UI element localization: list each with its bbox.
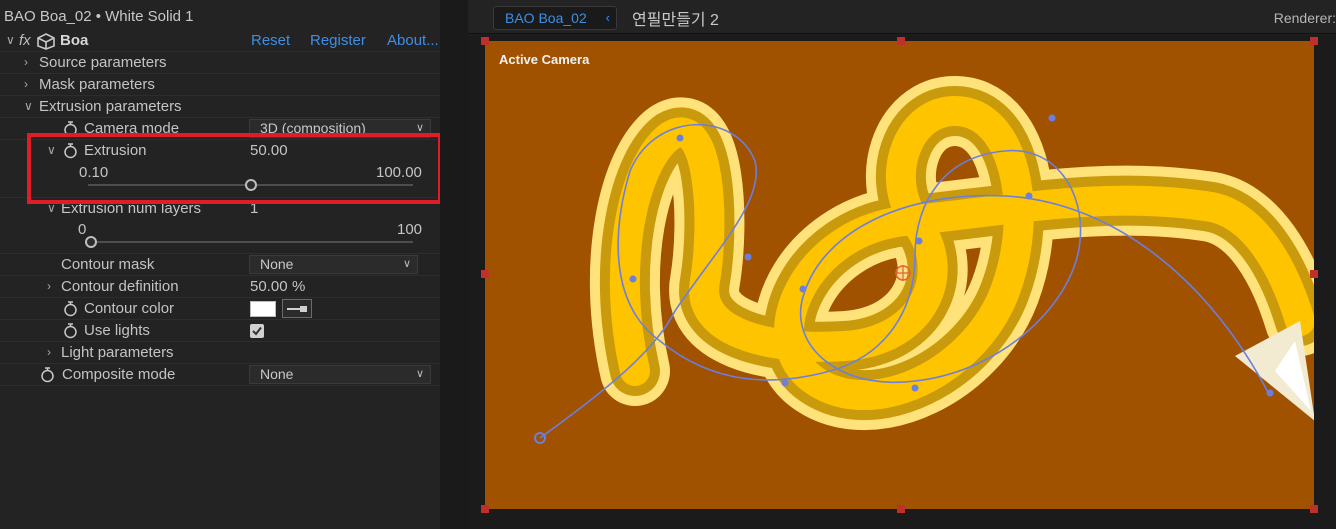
chevron-down-icon[interactable]: ∨ bbox=[24, 99, 33, 113]
param-label: Contour definition bbox=[61, 278, 179, 295]
dropdown-value: None bbox=[260, 366, 294, 382]
chevron-down-icon: ∨ bbox=[402, 258, 411, 270]
group-label: Extrusion parameters bbox=[39, 98, 182, 115]
param-label: Composite mode bbox=[62, 366, 176, 383]
transform-handle[interactable] bbox=[481, 37, 489, 45]
param-use-lights: Use lights bbox=[0, 320, 440, 342]
group-extrusion-parameters[interactable]: ∨ Extrusion parameters bbox=[0, 96, 440, 118]
effect-name: Boa bbox=[60, 32, 89, 49]
param-composite-mode: Composite mode None ∨ bbox=[0, 364, 440, 386]
contour-mask-dropdown[interactable]: None ∨ bbox=[249, 255, 418, 274]
composition-viewer: BAO Boa_02 ‹ 연필만들기 2 Renderer: Active Ca… bbox=[468, 0, 1336, 529]
transform-handle[interactable] bbox=[481, 270, 489, 278]
layers-slider-knob[interactable] bbox=[85, 236, 97, 248]
chevron-down-icon[interactable]: ∨ bbox=[6, 33, 15, 47]
transform-handle[interactable] bbox=[897, 37, 905, 45]
composite-mode-dropdown[interactable]: None ∨ bbox=[249, 365, 431, 384]
stopwatch-icon[interactable] bbox=[40, 366, 55, 383]
transform-handle[interactable] bbox=[481, 505, 489, 513]
renderer-label[interactable]: Renderer: bbox=[1274, 10, 1336, 26]
dropdown-value: None bbox=[260, 256, 294, 272]
slider-min-label: 0 bbox=[78, 221, 87, 238]
stopwatch-icon[interactable] bbox=[63, 322, 78, 339]
transform-handle[interactable] bbox=[897, 505, 905, 513]
effect-header[interactable]: ∨ fx Boa Reset Register About... bbox=[0, 30, 440, 52]
use-lights-checkbox[interactable] bbox=[250, 324, 264, 338]
group-label: Light parameters bbox=[61, 344, 174, 361]
transform-handle[interactable] bbox=[1310, 37, 1318, 45]
contour-color-swatch[interactable] bbox=[250, 301, 276, 317]
fx-label: fx bbox=[19, 32, 31, 49]
composition-tab-secondary[interactable]: 연필만들기 2 bbox=[632, 6, 719, 30]
register-button[interactable]: Register bbox=[310, 32, 366, 49]
chevron-right-icon[interactable]: › bbox=[47, 345, 51, 359]
canvas-area[interactable]: Active Camera bbox=[468, 35, 1336, 529]
param-contour-mask: Contour mask None ∨ bbox=[0, 254, 440, 276]
transform-handle[interactable] bbox=[1310, 505, 1318, 513]
unit-label: % bbox=[292, 278, 306, 295]
group-source-parameters[interactable]: › Source parameters bbox=[0, 52, 440, 74]
eyedropper-button[interactable] bbox=[282, 299, 312, 318]
chevron-right-icon[interactable]: › bbox=[24, 77, 28, 91]
about-button[interactable]: About... bbox=[387, 32, 439, 49]
chevron-right-icon[interactable]: › bbox=[47, 279, 51, 293]
layers-slider-track[interactable] bbox=[91, 241, 413, 243]
param-label: Use lights bbox=[84, 322, 150, 339]
eyedropper-icon bbox=[287, 306, 307, 312]
param-contour-definition: › Contour definition 50.00 % bbox=[0, 276, 440, 298]
active-camera-label: Active Camera bbox=[499, 52, 590, 67]
viewer-tab-bar: BAO Boa_02 ‹ 연필만들기 2 Renderer: bbox=[468, 0, 1336, 34]
transform-handle[interactable] bbox=[1310, 270, 1318, 278]
highlight-annotation-box bbox=[27, 133, 442, 204]
chevron-down-icon: ∨ bbox=[415, 368, 424, 380]
composition-tab[interactable]: BAO Boa_02 ‹ bbox=[493, 6, 617, 30]
boa-pencil-render bbox=[534, 76, 1314, 444]
slider-max-label: 100 bbox=[397, 221, 423, 238]
param-label: Contour mask bbox=[61, 256, 155, 273]
composition-frame[interactable]: Active Camera bbox=[485, 41, 1314, 509]
panel-divider[interactable] bbox=[440, 0, 468, 529]
group-label: Source parameters bbox=[39, 54, 167, 71]
reset-button[interactable]: Reset bbox=[251, 32, 290, 49]
group-label: Mask parameters bbox=[39, 76, 155, 93]
param-contour-color: Contour color bbox=[0, 298, 440, 320]
param-extrusion-num-layers: ∨ Extrusion num layers 1 0 100 bbox=[0, 198, 440, 254]
cube-icon bbox=[37, 33, 55, 50]
composition-tab-label: BAO Boa_02 bbox=[505, 10, 587, 26]
chevron-left-icon[interactable]: ‹ bbox=[606, 7, 610, 29]
checkmark-icon bbox=[252, 326, 262, 336]
group-mask-parameters[interactable]: › Mask parameters bbox=[0, 74, 440, 96]
effect-controls-panel: BAO Boa_02 • White Solid 1 ∨ fx Boa Rese… bbox=[0, 0, 442, 529]
panel-title: BAO Boa_02 • White Solid 1 bbox=[4, 8, 194, 25]
group-light-parameters[interactable]: › Light parameters bbox=[0, 342, 440, 364]
param-label: Contour color bbox=[84, 300, 175, 317]
stopwatch-icon[interactable] bbox=[63, 300, 78, 317]
contour-definition-value[interactable]: 50.00 bbox=[250, 278, 288, 295]
chevron-right-icon[interactable]: › bbox=[24, 55, 28, 69]
